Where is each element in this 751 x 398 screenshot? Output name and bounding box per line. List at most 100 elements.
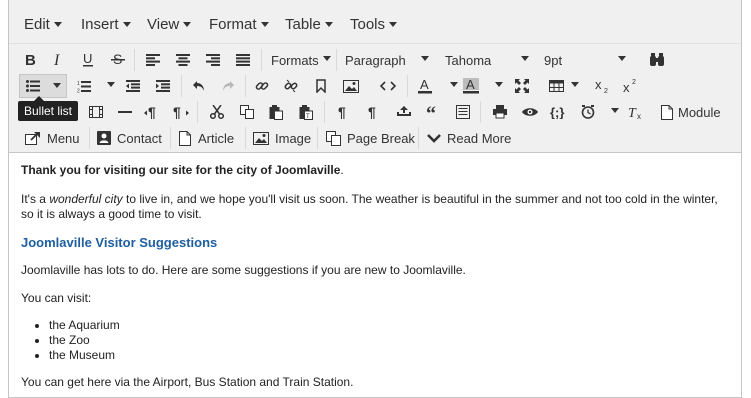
module-button[interactable]: Module xyxy=(661,100,727,124)
find-replace-button[interactable] xyxy=(647,48,667,72)
bullet-list-button[interactable] xyxy=(19,74,67,98)
outdent-button[interactable] xyxy=(124,74,142,98)
svg-text:A: A xyxy=(466,78,475,92)
visual-chars-button[interactable]: ¶ xyxy=(365,100,383,124)
subscript-button[interactable]: x2 xyxy=(594,74,612,98)
underline-icon: U xyxy=(83,52,93,67)
quote-icon: “ xyxy=(426,106,436,118)
undo-button[interactable] xyxy=(190,74,208,98)
intro-period: . xyxy=(340,163,344,177)
redo-button[interactable] xyxy=(219,74,237,98)
separator xyxy=(170,127,171,149)
share-icon xyxy=(25,131,41,145)
paragraph-label: Paragraph xyxy=(345,52,406,68)
binoculars-icon xyxy=(650,53,664,66)
clear-formatting-button[interactable]: Tx xyxy=(627,100,645,124)
strikethrough-button[interactable]: S xyxy=(109,48,127,72)
svg-text:x: x xyxy=(595,78,602,92)
indent-icon xyxy=(156,80,170,92)
menu-tools[interactable]: Tools xyxy=(350,16,398,33)
insert-link-button[interactable] xyxy=(253,74,271,98)
clock-icon xyxy=(581,105,595,119)
ltr-button[interactable]: ¶ xyxy=(143,100,161,124)
pilcrow-icon: ¶ xyxy=(338,105,346,119)
align-left-button[interactable] xyxy=(144,48,162,72)
chevron-down-icon xyxy=(323,56,331,61)
contact-button[interactable]: Contact xyxy=(97,126,162,150)
svg-text:2: 2 xyxy=(632,79,636,86)
copy-button[interactable] xyxy=(238,100,256,124)
menu-table[interactable]: Table xyxy=(285,16,333,33)
font-family-dropdown[interactable]: Tahoma xyxy=(445,48,529,72)
insert-datetime-button[interactable] xyxy=(579,100,619,124)
page-break-button[interactable]: Page Break xyxy=(326,126,415,150)
strikethrough-icon: S xyxy=(111,52,125,67)
menu-format-label: Format xyxy=(209,16,257,33)
chevron-down-icon xyxy=(611,108,619,113)
svg-text:T: T xyxy=(628,106,637,119)
bold-button[interactable]: B xyxy=(21,48,39,72)
insert-file-button[interactable] xyxy=(395,100,413,124)
paste-button[interactable] xyxy=(267,100,285,124)
superscript-icon: x2 xyxy=(623,79,636,94)
article-button[interactable]: Article xyxy=(179,126,234,150)
article-button-label: Article xyxy=(198,130,235,146)
separator xyxy=(317,127,318,149)
upload-icon xyxy=(397,106,411,116)
paste-text-button[interactable]: T xyxy=(297,100,315,124)
unlink-icon xyxy=(284,79,298,93)
align-right-icon xyxy=(206,54,220,66)
font-size-dropdown[interactable]: 9pt xyxy=(544,48,626,72)
align-right-button[interactable] xyxy=(204,48,222,72)
fullscreen-button[interactable] xyxy=(513,74,531,98)
svg-text:1: 1 xyxy=(77,81,80,87)
outdent-icon xyxy=(126,80,140,92)
svg-text:“: “ xyxy=(426,106,436,118)
image-icon xyxy=(253,131,269,145)
menu-format[interactable]: Format xyxy=(209,16,269,33)
remove-link-button[interactable] xyxy=(282,74,300,98)
anchor-button[interactable] xyxy=(312,74,330,98)
read-more-button[interactable]: Read More xyxy=(427,126,511,150)
blockquote-button[interactable]: “ xyxy=(424,100,442,124)
align-justify-button[interactable] xyxy=(234,48,252,72)
editor: Edit Insert View Format Table Tools B I … xyxy=(8,0,742,398)
formats-dropdown[interactable]: Formats xyxy=(271,48,331,72)
text-color-button[interactable]: A xyxy=(416,74,458,98)
menu-insert[interactable]: Insert xyxy=(81,16,131,33)
separator xyxy=(407,75,408,97)
cut-button[interactable] xyxy=(208,100,226,124)
background-color-button[interactable]: A xyxy=(461,74,503,98)
menu-edit[interactable]: Edit xyxy=(24,16,62,33)
table-button[interactable] xyxy=(549,74,579,98)
paragraph-dropdown[interactable]: Paragraph xyxy=(345,48,429,72)
print-button[interactable] xyxy=(491,100,509,124)
italic-button[interactable]: I xyxy=(49,48,67,72)
rtl-button[interactable]: ¶ xyxy=(172,100,190,124)
menu-button[interactable]: Menu xyxy=(25,126,80,150)
underline-button[interactable]: U xyxy=(79,48,97,72)
source-code-button[interactable] xyxy=(377,74,399,98)
eye-icon xyxy=(522,108,538,116)
code-sample-button[interactable]: {;} xyxy=(549,100,571,124)
media-button[interactable] xyxy=(87,100,105,124)
preview-button[interactable] xyxy=(521,100,539,124)
align-center-button[interactable] xyxy=(174,48,192,72)
separator xyxy=(245,127,246,149)
horizontal-rule-button[interactable] xyxy=(116,100,134,124)
svg-text:U: U xyxy=(83,52,92,66)
menu-view[interactable]: View xyxy=(147,16,192,33)
indent-button[interactable] xyxy=(154,74,172,98)
insert-image-button[interactable] xyxy=(342,74,360,98)
copy-icon xyxy=(240,105,254,119)
superscript-button[interactable]: x2 xyxy=(622,74,640,98)
show-blocks-button[interactable]: ¶ xyxy=(335,100,353,124)
scissors-icon xyxy=(210,105,224,119)
image-button[interactable]: Image xyxy=(253,126,311,150)
redo-icon xyxy=(223,81,234,91)
list-item: the Museum xyxy=(49,348,120,363)
template-button[interactable] xyxy=(454,100,472,124)
menubar: Edit Insert View Format Table Tools xyxy=(9,0,741,44)
numbered-list-button[interactable]: 12 xyxy=(73,74,115,98)
paragraph-ltr-icon: ¶ xyxy=(144,105,156,119)
